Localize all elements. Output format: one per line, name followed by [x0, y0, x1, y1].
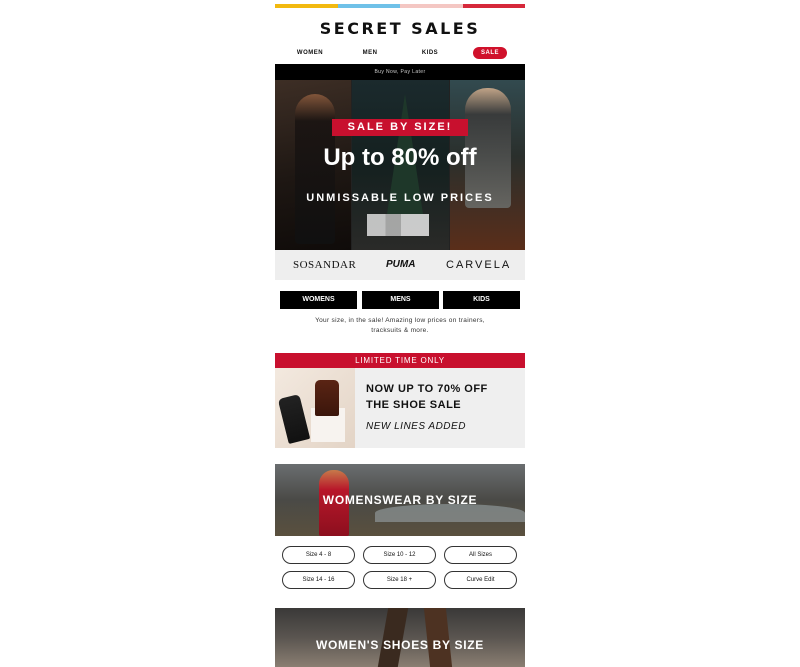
brand-logo-carvela[interactable]: CARVELA	[446, 250, 511, 280]
hero-banner[interactable]: Buy Now, Pay Later SALE BY SIZE! Up to 8…	[275, 64, 525, 250]
size-button-4-8[interactable]: Size 4 - 8	[282, 546, 355, 564]
color-top-bar	[275, 4, 525, 8]
size-button-all[interactable]: All Sizes	[444, 546, 517, 564]
size-button-curve-edit[interactable]: Curve Edit	[444, 571, 517, 589]
mens-button[interactable]: MENS	[362, 291, 439, 309]
nav-item-sale[interactable]: SALE	[473, 47, 507, 59]
black-boot	[277, 394, 311, 444]
bnpl-strip: Buy Now, Pay Later	[275, 64, 525, 80]
nav-item-men[interactable]: MEN	[360, 47, 380, 59]
size-button-18-plus[interactable]: Size 18 +	[363, 571, 436, 589]
brand-logo-sosandar[interactable]: SOSANDAR	[293, 250, 356, 280]
limited-time-label: LIMITED TIME ONLY	[275, 353, 525, 368]
hero-subheadline: UNMISSABLE LOW PRICES	[306, 192, 494, 204]
main-nav: WOMEN MEN KIDS SALE	[275, 47, 525, 61]
gift-boxes-photo	[367, 214, 429, 236]
shoe-promo-line1: NOW UP TO 70% OFF	[366, 383, 488, 395]
womens-shoes-title: WOMEN'S SHOES BY SIZE	[315, 638, 485, 652]
shoe-promo-line3: NEW LINES ADDED	[366, 421, 466, 432]
hero-headline: Up to 80% off	[323, 144, 477, 171]
womens-shoes-banner[interactable]: WOMEN'S SHOES BY SIZE	[275, 608, 525, 667]
shoe-sale-promo[interactable]: NOW UP TO 70% OFF THE SHOE SALE NEW LINE…	[275, 368, 525, 448]
size-button-10-12[interactable]: Size 10 - 12	[363, 546, 436, 564]
category-buttons: WOMENS MENS KIDS	[280, 291, 520, 309]
womenswear-banner[interactable]: WOMENSWEAR BY SIZE	[275, 464, 525, 536]
size-button-14-16[interactable]: Size 14 - 16	[282, 571, 355, 589]
brand-logo[interactable]: SECRET SALES	[275, 19, 525, 38]
sale-description: Your size, in the sale! Amazing low pric…	[315, 317, 485, 334]
womens-button[interactable]: WOMENS	[280, 291, 357, 309]
womenswear-title: WOMENSWEAR BY SIZE	[322, 493, 478, 507]
brown-boot	[315, 380, 339, 416]
email-container: SECRET SALES WOMEN MEN KIDS SALE Buy Now…	[275, 0, 525, 667]
sale-by-size-banner: SALE BY SIZE!	[332, 119, 468, 136]
brand-logo-puma[interactable]: PUMA	[386, 250, 415, 280]
kids-button[interactable]: KIDS	[443, 291, 520, 309]
brand-logo-strip: SOSANDAR PUMA CARVELA	[275, 250, 525, 280]
nav-item-kids[interactable]: KIDS	[420, 47, 440, 59]
shoe-promo-line2: THE SHOE SALE	[366, 399, 462, 411]
size-buttons: Size 4 - 8 Size 10 - 12 All Sizes Size 1…	[275, 545, 525, 591]
nav-item-women[interactable]: WOMEN	[296, 47, 324, 59]
boots-photo	[275, 368, 355, 448]
